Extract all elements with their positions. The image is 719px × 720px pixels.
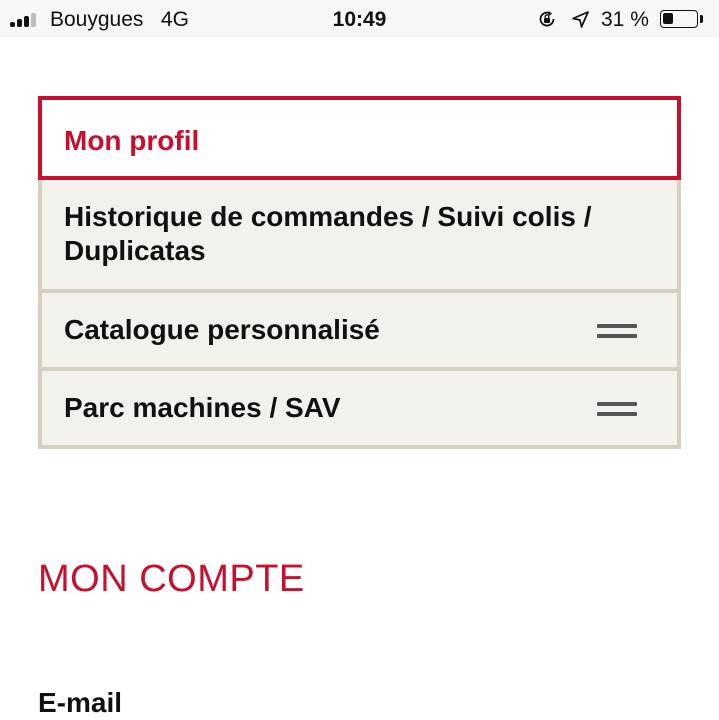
menu-item-label: Historique de commandes / Suivi colis / … — [64, 201, 592, 266]
menu-item-label: Parc machines / SAV — [64, 392, 341, 423]
section-title: MON COMPTE — [38, 558, 305, 600]
battery-nub — [700, 15, 703, 23]
rotation-lock-icon — [539, 11, 555, 27]
menu-item-parc-machines-sav[interactable]: Parc machines / SAV — [38, 371, 681, 449]
account-menu: Mon profil Historique de commandes / Sui… — [38, 96, 681, 449]
status-bar: Bouygues 4G 10:49 31 % — [0, 0, 719, 38]
menu-item-mon-profil[interactable]: Mon profil — [38, 96, 681, 180]
menu-item-label: Mon profil — [64, 125, 200, 156]
hamburger-icon[interactable] — [597, 402, 637, 418]
hamburger-icon[interactable] — [597, 324, 637, 340]
location-arrow-icon — [572, 11, 589, 28]
battery-level — [663, 13, 673, 24]
menu-item-catalogue-personnalise[interactable]: Catalogue personnalisé — [38, 293, 681, 371]
menu-item-historique-commandes[interactable]: Historique de commandes / Suivi colis / … — [38, 180, 681, 293]
battery-percent: 31 % — [601, 8, 649, 31]
menu-item-label: Catalogue personnalisé — [64, 314, 380, 345]
email-field-label: E-mail — [38, 687, 123, 718]
battery-icon — [660, 10, 698, 28]
